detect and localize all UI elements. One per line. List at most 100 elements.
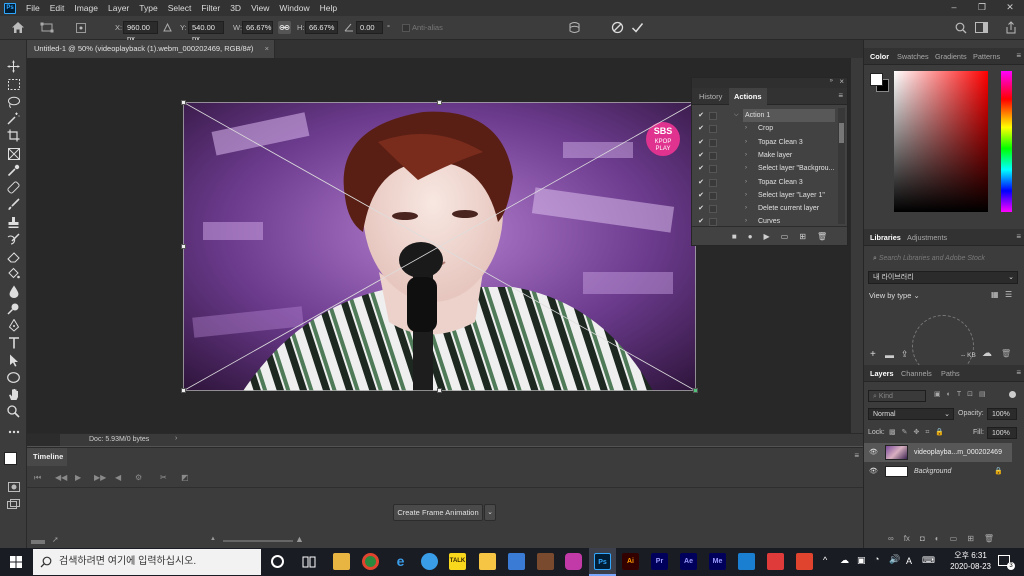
timeline-menu-icon[interactable]: ≡ [854, 451, 859, 460]
list-view-icon[interactable]: ☰ [1005, 290, 1012, 299]
type-tool-icon[interactable] [5, 335, 22, 350]
new-layer-icon[interactable]: ⊞ [967, 534, 974, 543]
filter-toggle[interactable] [1009, 391, 1016, 398]
dialog-toggle-box[interactable] [709, 205, 717, 214]
dialog-toggle-box[interactable] [709, 125, 717, 134]
commit-transform-icon[interactable] [631, 21, 644, 34]
color-field[interactable] [894, 71, 988, 212]
windows-start-icon[interactable] [10, 556, 22, 568]
new-set-icon[interactable]: ▭ [781, 232, 789, 241]
zoom-in-icon[interactable]: ▲ [295, 534, 304, 544]
actions-menu-icon[interactable]: ≡ [838, 91, 843, 100]
delta-icon[interactable] [163, 23, 172, 32]
ime-indicator[interactable]: A [906, 556, 912, 566]
menu-file[interactable]: File [21, 0, 45, 16]
chrome-icon[interactable] [362, 553, 379, 570]
paint-bucket-tool-icon[interactable] [5, 266, 22, 281]
tab-patterns[interactable]: Patterns [973, 48, 1000, 65]
link-layers-icon[interactable]: ∞ [888, 534, 894, 543]
tray-app-icon[interactable]: ☁ [840, 555, 849, 566]
color-menu-icon[interactable]: ≡ [1016, 51, 1021, 60]
library-trash-icon[interactable]: 🗑 [1001, 349, 1011, 358]
lasso-tool-icon[interactable] [5, 94, 22, 109]
layer-filter-select[interactable]: ⌕ Kind [868, 390, 926, 402]
collapsed-chevron-icon[interactable]: › [745, 202, 747, 215]
menu-layer[interactable]: Layer [103, 0, 134, 16]
y-input[interactable]: 540.00 px [188, 21, 224, 43]
action-item[interactable]: ✔ › Delete current layer [692, 202, 838, 215]
move-tool-icon[interactable] [5, 59, 22, 74]
warp-icon[interactable] [568, 21, 581, 34]
edge-icon[interactable]: e [392, 553, 409, 570]
volume-icon[interactable]: 🔊 [889, 554, 900, 565]
dialog-toggle-box[interactable] [709, 151, 717, 160]
action-item[interactable]: ✔ › Make layer [692, 149, 838, 162]
transform-handle-top-left[interactable] [181, 100, 186, 105]
brush-tool-icon[interactable] [5, 197, 22, 212]
tab-history[interactable]: History [694, 88, 727, 105]
split-icon[interactable]: ✂ [160, 473, 167, 482]
screen-mode-icon[interactable] [5, 496, 22, 511]
frame-tool-icon[interactable] [5, 146, 22, 161]
transition-icon[interactable]: ◩ [181, 473, 189, 482]
render-icon[interactable]: ➚ [52, 535, 59, 544]
action-toggle-check-icon[interactable]: ✔ [697, 122, 705, 135]
dialog-toggle-box[interactable] [709, 191, 717, 200]
play-icon[interactable]: ▶ [75, 473, 81, 482]
eyedropper-tool-icon[interactable] [5, 163, 22, 178]
close-panel-icon[interactable]: × [839, 77, 844, 86]
add-library-icon[interactable]: + [870, 349, 876, 360]
marquee-tool-icon[interactable] [5, 77, 22, 92]
taskbar-search-input[interactable]: 검색하려면 여기에 입력하십시오. [33, 549, 261, 575]
settings-icon[interactable]: ⚙ [135, 473, 142, 482]
library-folder-icon[interactable]: ▬ [885, 350, 894, 360]
zoom-field[interactable] [27, 434, 60, 446]
camera-app-icon[interactable] [565, 553, 582, 570]
cortana-icon[interactable] [271, 555, 284, 568]
tab-gradients[interactable]: Gradients [935, 48, 967, 65]
collapsed-chevron-icon[interactable]: › [745, 176, 747, 189]
transform-handle-left[interactable] [181, 244, 186, 249]
document-tab[interactable]: Untitled-1 @ 50% (videoplayback (1).webm… [27, 40, 275, 58]
home-icon[interactable] [11, 21, 25, 34]
history-brush-tool-icon[interactable] [5, 232, 22, 247]
task-view-icon[interactable] [302, 556, 316, 568]
premiere-icon[interactable]: Pr [651, 553, 668, 570]
audio-icon[interactable]: ◀ [115, 473, 121, 482]
layer-row-background[interactable]: 👁 Background 🔒 [864, 462, 1012, 481]
file-explorer-icon[interactable] [333, 553, 350, 570]
visibility-eye-icon[interactable]: 👁 [869, 443, 878, 462]
share-icon[interactable] [1005, 21, 1017, 34]
action-toggle-check-icon[interactable]: ✔ [697, 136, 705, 149]
height-input[interactable]: 66.67% [305, 21, 338, 34]
minimize-button[interactable]: – [940, 0, 968, 16]
ellipse-tool-icon[interactable] [5, 370, 22, 385]
cloud-icon[interactable]: ☁ [982, 348, 992, 359]
prev-frame-icon[interactable]: ◀◀ [55, 473, 67, 482]
action-item[interactable]: ✔ › Crop [692, 122, 838, 135]
action-item[interactable]: ✔ › Select layer "Layer 1" [692, 189, 838, 202]
x-input[interactable]: 960.00 px [123, 21, 158, 43]
delete-action-icon[interactable]: 🗑 [817, 232, 827, 241]
timeline-tab[interactable]: Timeline [27, 448, 67, 466]
antialias-checkbox[interactable] [402, 24, 410, 32]
new-group-icon[interactable]: ▭ [950, 534, 958, 543]
action-toggle-check-icon[interactable]: ✔ [697, 189, 705, 202]
action-toggle-check-icon[interactable]: ✔ [697, 176, 705, 189]
delete-layer-icon[interactable]: 🗑 [984, 534, 994, 543]
eraser-tool-icon[interactable] [5, 249, 22, 264]
dodge-tool-icon[interactable] [5, 301, 22, 316]
actions-scrollbar[interactable] [838, 108, 845, 224]
collapse-icon[interactable]: » [830, 78, 833, 84]
transform-tool-icon[interactable] [40, 22, 54, 33]
transform-handle-top[interactable] [437, 100, 442, 105]
dialog-toggle-box[interactable] [709, 138, 717, 147]
game-app-icon[interactable] [537, 553, 554, 570]
clone-stamp-tool-icon[interactable] [5, 215, 22, 230]
twitter-icon[interactable] [421, 553, 438, 570]
pen-tool-icon[interactable] [5, 318, 22, 333]
next-frame-icon[interactable]: ▶▶ [94, 473, 106, 482]
transform-handle-bottom-right[interactable] [693, 388, 698, 393]
app-icon-red-2[interactable] [796, 553, 813, 570]
angle-input[interactable]: 0.00 [356, 21, 383, 34]
